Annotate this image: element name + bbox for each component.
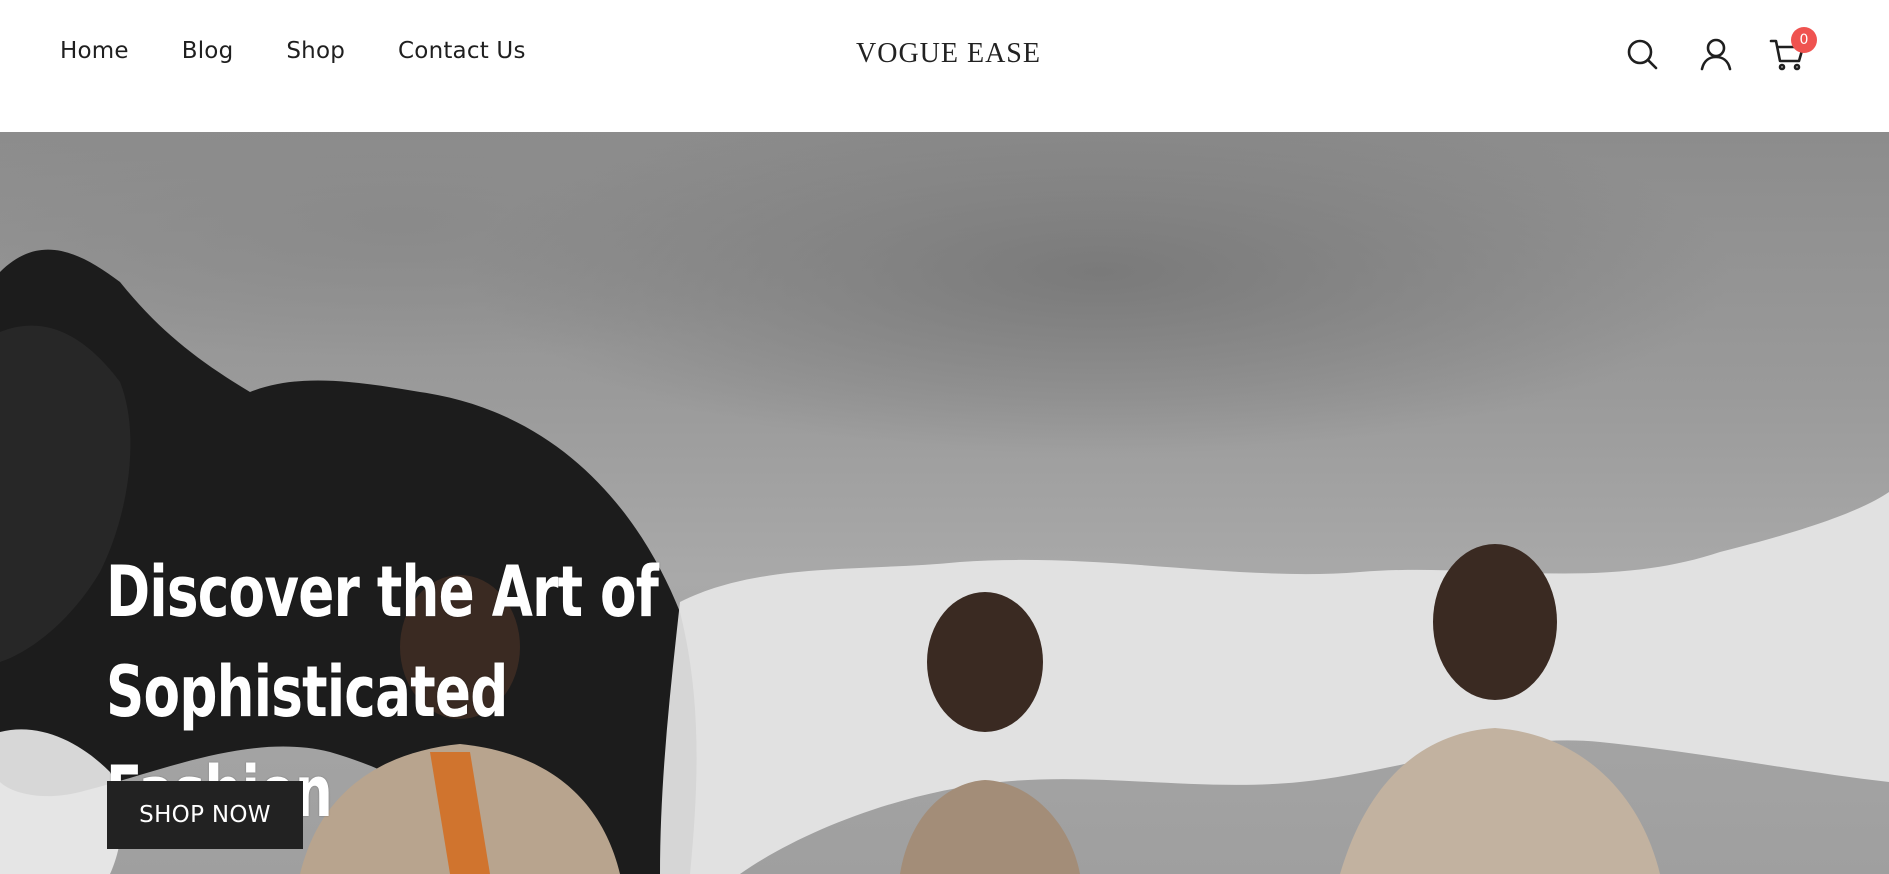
nav-blog-link[interactable]: Blog xyxy=(182,38,234,64)
hero-banner: Discover the Art of Sophisticated Fashio… xyxy=(0,132,1889,874)
cart-icon[interactable]: 0 xyxy=(1769,27,1817,72)
nav-shop-link[interactable]: Shop xyxy=(286,38,345,64)
main-nav: Home Blog Shop Contact Us xyxy=(60,38,526,64)
search-icon[interactable] xyxy=(1624,36,1660,72)
hero-title-line-1: Discover the Art of Sophisticated xyxy=(106,551,659,733)
shop-now-button[interactable]: SHOP NOW xyxy=(107,781,303,849)
header-icons: 0 xyxy=(1589,27,1889,76)
brand-logo[interactable]: VOGUE EASE xyxy=(856,38,1041,70)
nav-contact-link[interactable]: Contact Us xyxy=(398,38,526,64)
user-icon[interactable] xyxy=(1698,36,1734,72)
cart-count-badge: 0 xyxy=(1791,27,1817,53)
site-header: Home Blog Shop Contact Us VOGUE EASE 0 xyxy=(0,0,1889,132)
nav-home-link[interactable]: Home xyxy=(60,38,129,64)
